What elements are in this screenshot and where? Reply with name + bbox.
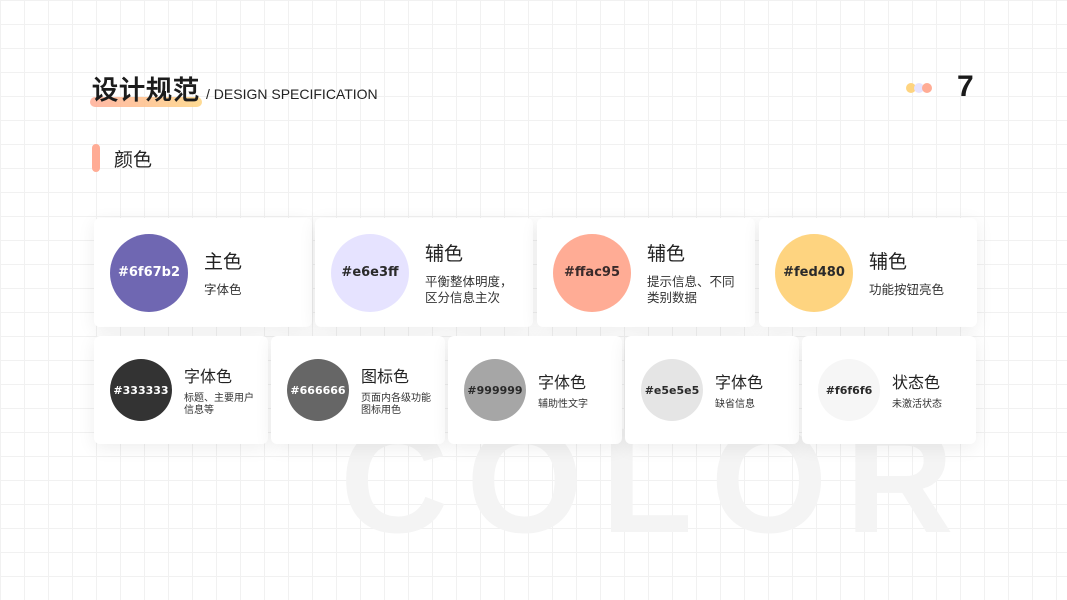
color-card-neutral-2: #666666 图标色 页面内各级功能 图标用色 <box>271 336 445 444</box>
swatch-hex: #fed480 <box>783 265 845 280</box>
card-info: 辅色 功能按钮亮色 <box>869 247 944 298</box>
page-title: 设计规范 <box>90 70 203 107</box>
card-info: 图标色 页面内各级功能 图标用色 <box>361 363 431 417</box>
card-info: 字体色 辅助性文字 <box>538 369 588 411</box>
color-desc: 标题、主要用户 信息等 <box>184 393 254 416</box>
color-desc: 辅助性文字 <box>538 399 588 410</box>
dot-peach <box>922 83 932 93</box>
color-swatch: #fed480 <box>775 233 853 312</box>
swatch-hex: #ffac95 <box>564 265 620 280</box>
color-card-neutral-5: #f6f6f6 状态色 未激活状态 <box>802 336 976 444</box>
page-number: 7 <box>957 70 974 103</box>
color-swatch: #ffac95 <box>553 233 631 312</box>
color-desc: 提示信息、不同 类别数据 <box>647 274 735 305</box>
swatch-hex: #e5e5e5 <box>644 383 700 397</box>
color-name: 状态色 <box>892 373 941 392</box>
card-info: 辅色 提示信息、不同 类别数据 <box>647 239 735 306</box>
color-swatch: #e5e5e5 <box>641 359 703 421</box>
color-desc: 字体色 <box>204 282 242 297</box>
swatch-hex: #666666 <box>290 383 346 397</box>
color-name: 辅色 <box>647 243 686 265</box>
swatch-hex: #999999 <box>467 383 523 397</box>
color-card-primary: #6f67b2 主色 字体色 <box>94 218 312 327</box>
color-swatch: #999999 <box>464 359 526 421</box>
color-swatch: #666666 <box>287 359 349 421</box>
color-name: 图标色 <box>361 367 410 386</box>
section-label: 颜色 <box>114 148 153 171</box>
card-info: 字体色 缺省信息 <box>715 369 763 411</box>
color-swatch: #e6e3ff <box>331 233 409 312</box>
card-info: 状态色 未激活状态 <box>892 369 942 411</box>
color-name: 辅色 <box>869 251 908 273</box>
card-info: 字体色 标题、主要用户 信息等 <box>184 363 254 417</box>
page-header: 设计规范 / DESIGN SPECIFICATION <box>90 70 378 107</box>
decorative-dots <box>906 83 932 93</box>
card-info: 主色 字体色 <box>204 247 242 298</box>
color-name: 字体色 <box>715 373 764 392</box>
color-name: 主色 <box>204 251 243 273</box>
color-card-auxiliary-2: #ffac95 辅色 提示信息、不同 类别数据 <box>537 218 755 327</box>
color-desc: 未激活状态 <box>892 399 942 410</box>
color-swatch: #6f67b2 <box>110 233 188 312</box>
page-title-text: 设计规范 <box>92 76 201 106</box>
color-card-auxiliary-1: #e6e3ff 辅色 平衡整体明度， 区分信息主次 <box>315 218 533 327</box>
section-heading: 颜色 <box>92 144 152 172</box>
color-card-auxiliary-3: #fed480 辅色 功能按钮亮色 <box>759 218 977 327</box>
color-name: 辅色 <box>425 243 464 265</box>
color-desc: 缺省信息 <box>715 399 755 410</box>
color-card-neutral-3: #999999 字体色 辅助性文字 <box>448 336 622 444</box>
color-swatch: #f6f6f6 <box>818 359 880 421</box>
color-name: 字体色 <box>184 367 233 386</box>
swatch-hex: #e6e3ff <box>341 265 399 280</box>
swatch-hex: #333333 <box>113 383 169 397</box>
card-info: 辅色 平衡整体明度， 区分信息主次 <box>425 239 513 306</box>
color-desc: 功能按钮亮色 <box>869 282 945 297</box>
color-card-neutral-4: #e5e5e5 字体色 缺省信息 <box>625 336 799 444</box>
color-swatch: #333333 <box>110 359 172 421</box>
color-card-neutral-1: #333333 字体色 标题、主要用户 信息等 <box>94 336 268 444</box>
section-accent-bar <box>92 144 100 172</box>
swatch-hex: #f6f6f6 <box>825 383 873 397</box>
swatch-hex: #6f67b2 <box>117 265 181 280</box>
color-desc: 页面内各级功能 图标用色 <box>361 393 431 416</box>
page-subtitle: / DESIGN SPECIFICATION <box>206 86 378 102</box>
color-desc: 平衡整体明度， 区分信息主次 <box>425 274 513 305</box>
color-name: 字体色 <box>538 373 587 392</box>
